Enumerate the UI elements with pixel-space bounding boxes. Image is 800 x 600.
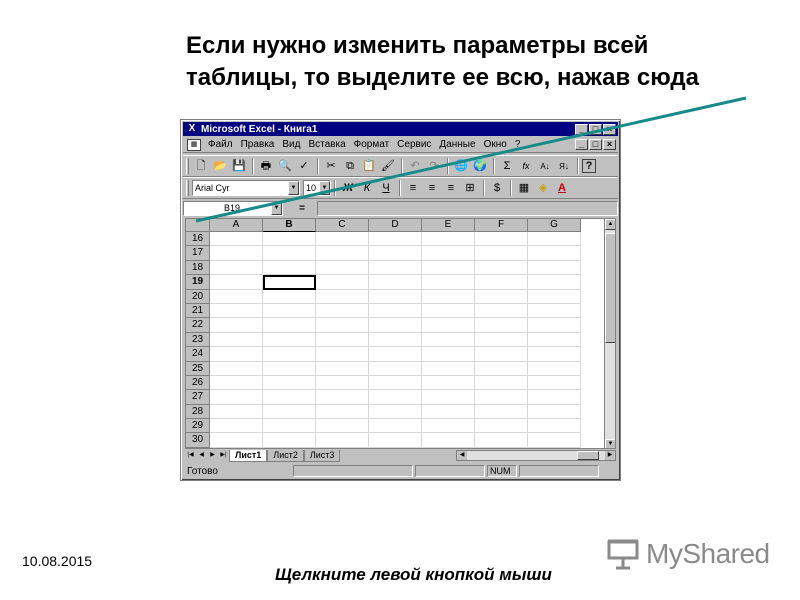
- myshared-logo: MyShared: [606, 537, 770, 571]
- presentation-board-icon: [607, 539, 639, 570]
- arrow-line: [195, 96, 747, 223]
- pointer-arrow: [195, 96, 747, 223]
- slide-date: 10.08.2015: [22, 553, 93, 569]
- logo-text: MyShared: [646, 538, 770, 569]
- slide-caption: Щелкните левой кнопкой мыши: [275, 565, 552, 584]
